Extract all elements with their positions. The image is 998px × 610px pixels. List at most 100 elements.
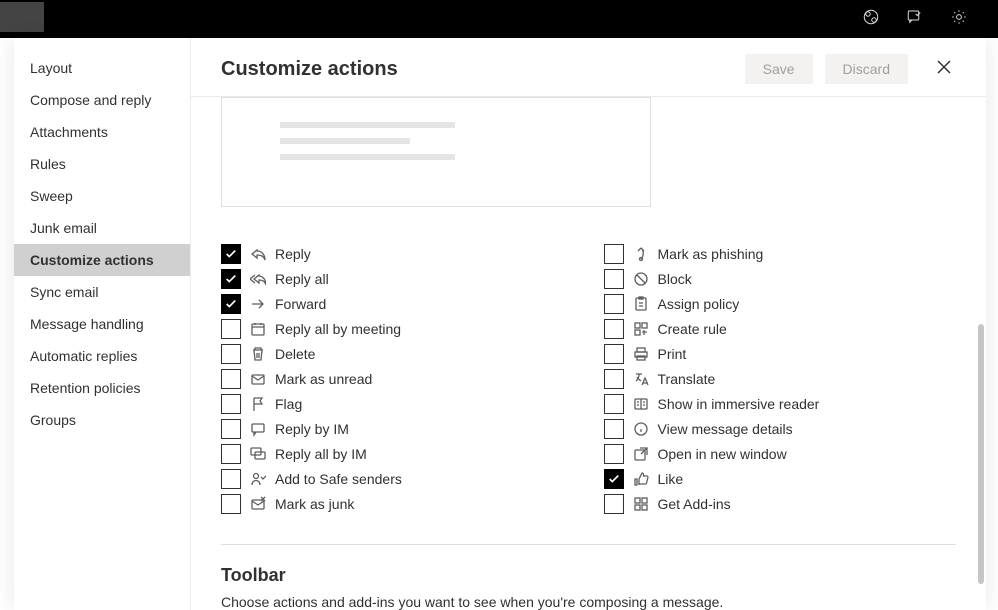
checkbox[interactable] — [221, 269, 241, 289]
reader-icon — [632, 395, 650, 413]
phishing-icon — [632, 245, 650, 263]
option-translate: Translate — [604, 366, 957, 391]
settings-gear-icon[interactable] — [950, 8, 968, 31]
scrollbar-track[interactable] — [976, 94, 986, 610]
option-like: Like — [604, 466, 957, 491]
rule-icon — [632, 320, 650, 338]
chat-all-icon — [249, 445, 267, 463]
option-label: Like — [658, 471, 684, 487]
discard-button[interactable]: Discard — [825, 54, 908, 84]
option-create-rule: Create rule — [604, 316, 957, 341]
app-launcher[interactable] — [0, 2, 44, 32]
sidebar-item-retention-policies[interactable]: Retention policies — [14, 372, 190, 404]
sidebar-item-sync-email[interactable]: Sync email — [14, 276, 190, 308]
save-button[interactable]: Save — [745, 54, 813, 84]
block-icon — [632, 270, 650, 288]
option-label: Flag — [275, 396, 302, 412]
checkbox[interactable] — [604, 419, 624, 439]
checkbox[interactable] — [221, 344, 241, 364]
checkbox[interactable] — [221, 319, 241, 339]
sidebar-item-attachments[interactable]: Attachments — [14, 116, 190, 148]
preview-line — [280, 154, 455, 160]
toolbar-section: Toolbar Choose actions and add-ins you w… — [221, 544, 956, 610]
preview-line — [280, 122, 455, 128]
sidebar-item-junk-email[interactable]: Junk email — [14, 212, 190, 244]
checkbox[interactable] — [604, 444, 624, 464]
feedback-icon[interactable] — [906, 8, 924, 31]
forward-icon — [249, 295, 267, 313]
checkbox[interactable] — [604, 369, 624, 389]
option-label: Reply all by meeting — [275, 321, 401, 337]
topbar-right — [862, 8, 998, 31]
option-reply-all: Reply all — [221, 266, 574, 291]
sidebar-item-customize-actions[interactable]: Customize actions — [14, 244, 190, 276]
mail-icon — [249, 370, 267, 388]
checkbox[interactable] — [221, 244, 241, 264]
option-label: Print — [658, 346, 687, 362]
checkbox[interactable] — [604, 469, 624, 489]
option-mark-as-junk: Mark as junk — [221, 491, 574, 516]
sidebar-item-groups[interactable]: Groups — [14, 404, 190, 436]
option-label: View message details — [658, 421, 793, 437]
option-block: Block — [604, 266, 957, 291]
action-options-grid: ReplyReply allForwardReply all by meetin… — [221, 241, 956, 516]
checkbox[interactable] — [221, 444, 241, 464]
topbar-left — [0, 2, 44, 37]
message-preview-card — [221, 97, 651, 207]
header-actions: Save Discard — [745, 54, 956, 84]
calendar-icon — [249, 320, 267, 338]
sidebar-item-rules[interactable]: Rules — [14, 148, 190, 180]
option-label: Get Add-ins — [658, 496, 731, 512]
checkbox[interactable] — [221, 394, 241, 414]
sidebar-item-compose-and-reply[interactable]: Compose and reply — [14, 84, 190, 116]
chat-icon — [249, 420, 267, 438]
sidebar-item-automatic-replies[interactable]: Automatic replies — [14, 340, 190, 372]
sidebar-item-message-handling[interactable]: Message handling — [14, 308, 190, 340]
checkbox[interactable] — [221, 369, 241, 389]
option-label: Show in immersive reader — [658, 396, 820, 412]
option-label: Translate — [658, 371, 716, 387]
sidebar-item-layout[interactable]: Layout — [14, 52, 190, 84]
option-add-to-safe-senders: Add to Safe senders — [221, 466, 574, 491]
option-label: Mark as junk — [275, 496, 354, 512]
checkbox[interactable] — [604, 269, 624, 289]
reply-all-icon — [249, 270, 267, 288]
checkbox[interactable] — [604, 319, 624, 339]
trash-icon — [249, 345, 267, 363]
option-open-in-new-window: Open in new window — [604, 441, 957, 466]
checkbox[interactable] — [221, 494, 241, 514]
option-label: Reply by IM — [275, 421, 349, 437]
addins-icon — [632, 495, 650, 513]
like-icon — [632, 470, 650, 488]
content-scroll: ReplyReply allForwardReply all by meetin… — [191, 97, 986, 610]
preview-line — [280, 138, 410, 144]
checkbox[interactable] — [221, 419, 241, 439]
checkbox[interactable] — [221, 469, 241, 489]
option-view-message-details: View message details — [604, 416, 957, 441]
app-topbar — [0, 0, 998, 38]
sidebar-item-sweep[interactable]: Sweep — [14, 180, 190, 212]
option-get-add-ins: Get Add-ins — [604, 491, 957, 516]
option-reply-all-by-meeting: Reply all by meeting — [221, 316, 574, 341]
checkbox[interactable] — [604, 344, 624, 364]
reply-icon — [249, 245, 267, 263]
option-mark-as-unread: Mark as unread — [221, 366, 574, 391]
checkbox[interactable] — [221, 294, 241, 314]
option-show-in-immersive-reader: Show in immersive reader — [604, 391, 957, 416]
flag-icon — [249, 395, 267, 413]
settings-sidebar: LayoutCompose and replyAttachmentsRulesS… — [14, 38, 190, 610]
settings-content: Customize actions Save Discard ReplyRepl… — [190, 38, 986, 610]
close-button[interactable] — [932, 55, 956, 84]
option-reply-all-by-im: Reply all by IM — [221, 441, 574, 466]
option-label: Mark as unread — [275, 371, 372, 387]
checkbox[interactable] — [604, 394, 624, 414]
checkbox[interactable] — [604, 294, 624, 314]
scrollbar-thumb[interactable] — [978, 324, 984, 584]
checkbox[interactable] — [604, 494, 624, 514]
option-label: Open in new window — [658, 446, 787, 462]
new-window-icon — [632, 445, 650, 463]
print-icon — [632, 345, 650, 363]
skype-icon[interactable] — [862, 8, 880, 31]
checkbox[interactable] — [604, 244, 624, 264]
option-label: Add to Safe senders — [275, 471, 402, 487]
